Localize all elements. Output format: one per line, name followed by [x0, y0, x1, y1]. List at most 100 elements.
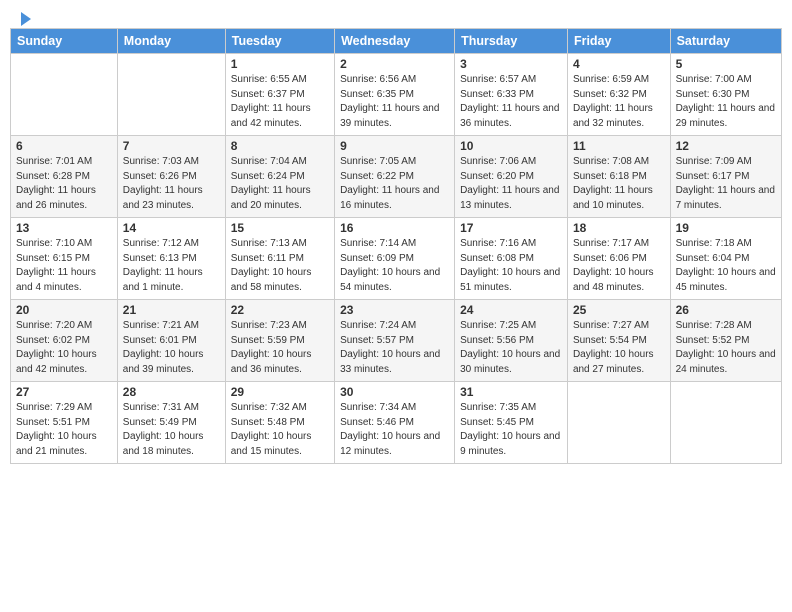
day-info: Sunrise: 7:10 AMSunset: 6:15 PMDaylight:…	[16, 237, 112, 295]
day-number: 27	[16, 385, 112, 399]
day-info: Sunrise: 7:00 AMSunset: 6:30 PMDaylight:…	[676, 73, 776, 131]
day-info: Sunrise: 7:03 AMSunset: 6:26 PMDaylight:…	[123, 155, 220, 213]
logo	[14, 12, 33, 24]
day-number: 18	[573, 221, 665, 235]
day-info: Sunrise: 7:05 AMSunset: 6:22 PMDaylight:…	[340, 155, 449, 213]
day-info: Sunrise: 6:56 AMSunset: 6:35 PMDaylight:…	[340, 73, 449, 131]
calendar-day-14: 14 Sunrise: 7:12 AMSunset: 6:13 PMDayligh…	[117, 218, 225, 300]
calendar-day-empty	[11, 54, 118, 136]
day-number: 5	[676, 57, 776, 71]
logo-arrow-icon	[15, 10, 33, 28]
calendar-day-6: 6 Sunrise: 7:01 AMSunset: 6:28 PMDaylight…	[11, 136, 118, 218]
day-info: Sunrise: 7:23 AMSunset: 5:59 PMDaylight:…	[231, 319, 329, 377]
day-info: Sunrise: 7:18 AMSunset: 6:04 PMDaylight:…	[676, 237, 776, 295]
day-info: Sunrise: 7:32 AMSunset: 5:48 PMDaylight:…	[231, 401, 329, 459]
day-info: Sunrise: 7:25 AMSunset: 5:56 PMDaylight:…	[460, 319, 562, 377]
day-number: 12	[676, 139, 776, 153]
day-info: Sunrise: 7:12 AMSunset: 6:13 PMDaylight:…	[123, 237, 220, 295]
day-number: 14	[123, 221, 220, 235]
calendar-header-sunday: Sunday	[11, 29, 118, 54]
calendar-day-8: 8Sunrise: 7:04 AMSunset: 6:24 PMDaylight…	[225, 136, 334, 218]
day-info: Sunrise: 6:55 AMSunset: 6:37 PMDaylight:…	[231, 73, 329, 131]
day-info: Sunrise: 7:29 AMSunset: 5:51 PMDaylight:…	[16, 401, 112, 459]
calendar-week-row: 1 Sunrise: 6:55 AMSunset: 6:37 PMDaylight…	[11, 54, 782, 136]
calendar-day-9: 9 Sunrise: 7:05 AMSunset: 6:22 PMDaylight…	[335, 136, 455, 218]
day-number: 11	[573, 139, 665, 153]
day-number: 7	[123, 139, 220, 153]
calendar-header-thursday: Thursday	[455, 29, 568, 54]
day-number: 17	[460, 221, 562, 235]
day-number: 9	[340, 139, 449, 153]
day-info: Sunrise: 7:24 AMSunset: 5:57 PMDaylight:…	[340, 319, 449, 377]
calendar-day-3: 3 Sunrise: 6:57 AMSunset: 6:33 PMDaylight…	[455, 54, 568, 136]
calendar-table: SundayMondayTuesdayWednesdayThursdayFrid…	[10, 28, 782, 464]
calendar-week-row: 13 Sunrise: 7:10 AMSunset: 6:15 PMDayligh…	[11, 218, 782, 300]
calendar-day-27: 27 Sunrise: 7:29 AMSunset: 5:51 PMDayligh…	[11, 382, 118, 464]
calendar-header-wednesday: Wednesday	[335, 29, 455, 54]
calendar-week-row: 27 Sunrise: 7:29 AMSunset: 5:51 PMDayligh…	[11, 382, 782, 464]
day-number: 8	[231, 139, 329, 153]
day-info: Sunrise: 6:59 AMSunset: 6:32 PMDaylight:…	[573, 73, 665, 131]
calendar-day-empty	[567, 382, 670, 464]
calendar-week-row: 20 Sunrise: 7:20 AMSunset: 6:02 PMDayligh…	[11, 300, 782, 382]
calendar-day-23: 23 Sunrise: 7:24 AMSunset: 5:57 PMDayligh…	[335, 300, 455, 382]
calendar-day-empty	[117, 54, 225, 136]
day-number: 16	[340, 221, 449, 235]
calendar-day-4: 4 Sunrise: 6:59 AMSunset: 6:32 PMDaylight…	[567, 54, 670, 136]
calendar-day-16: 16Sunrise: 7:14 AMSunset: 6:09 PMDayligh…	[335, 218, 455, 300]
calendar-day-2: 2Sunrise: 6:56 AMSunset: 6:35 PMDaylight…	[335, 54, 455, 136]
calendar-day-31: 31 Sunrise: 7:35 AMSunset: 5:45 PMDayligh…	[455, 382, 568, 464]
calendar-day-10: 10 Sunrise: 7:06 AMSunset: 6:20 PMDayligh…	[455, 136, 568, 218]
calendar-header-saturday: Saturday	[670, 29, 781, 54]
day-info: Sunrise: 7:34 AMSunset: 5:46 PMDaylight:…	[340, 401, 449, 459]
calendar-day-21: 21 Sunrise: 7:21 AMSunset: 6:01 PMDayligh…	[117, 300, 225, 382]
day-number: 13	[16, 221, 112, 235]
day-number: 15	[231, 221, 329, 235]
day-number: 10	[460, 139, 562, 153]
day-number: 3	[460, 57, 562, 71]
calendar-week-row: 6 Sunrise: 7:01 AMSunset: 6:28 PMDaylight…	[11, 136, 782, 218]
day-number: 29	[231, 385, 329, 399]
day-info: Sunrise: 7:06 AMSunset: 6:20 PMDaylight:…	[460, 155, 562, 213]
day-info: Sunrise: 7:09 AMSunset: 6:17 PMDaylight:…	[676, 155, 776, 213]
calendar-day-19: 19 Sunrise: 7:18 AMSunset: 6:04 PMDayligh…	[670, 218, 781, 300]
day-info: Sunrise: 7:35 AMSunset: 5:45 PMDaylight:…	[460, 401, 562, 459]
day-number: 4	[573, 57, 665, 71]
day-info: Sunrise: 7:31 AMSunset: 5:49 PMDaylight:…	[123, 401, 220, 459]
day-number: 20	[16, 303, 112, 317]
calendar-day-12: 12 Sunrise: 7:09 AMSunset: 6:17 PMDayligh…	[670, 136, 781, 218]
day-number: 22	[231, 303, 329, 317]
calendar-day-5: 5 Sunrise: 7:00 AMSunset: 6:30 PMDaylight…	[670, 54, 781, 136]
calendar-header-row: SundayMondayTuesdayWednesdayThursdayFrid…	[11, 29, 782, 54]
day-number: 1	[231, 57, 329, 71]
calendar-day-11: 11Sunrise: 7:08 AMSunset: 6:18 PMDayligh…	[567, 136, 670, 218]
day-number: 26	[676, 303, 776, 317]
day-number: 21	[123, 303, 220, 317]
day-info: Sunrise: 7:01 AMSunset: 6:28 PMDaylight:…	[16, 155, 112, 213]
day-info: Sunrise: 7:16 AMSunset: 6:08 PMDaylight:…	[460, 237, 562, 295]
day-number: 31	[460, 385, 562, 399]
day-info: Sunrise: 6:57 AMSunset: 6:33 PMDaylight:…	[460, 73, 562, 131]
calendar-day-24: 24 Sunrise: 7:25 AMSunset: 5:56 PMDayligh…	[455, 300, 568, 382]
calendar-day-empty	[670, 382, 781, 464]
calendar-day-30: 30 Sunrise: 7:34 AMSunset: 5:46 PMDayligh…	[335, 382, 455, 464]
day-info: Sunrise: 7:13 AMSunset: 6:11 PMDaylight:…	[231, 237, 329, 295]
day-number: 19	[676, 221, 776, 235]
calendar-day-7: 7 Sunrise: 7:03 AMSunset: 6:26 PMDaylight…	[117, 136, 225, 218]
calendar-day-20: 20 Sunrise: 7:20 AMSunset: 6:02 PMDayligh…	[11, 300, 118, 382]
day-number: 30	[340, 385, 449, 399]
day-number: 24	[460, 303, 562, 317]
day-info: Sunrise: 7:27 AMSunset: 5:54 PMDaylight:…	[573, 319, 665, 377]
calendar-day-13: 13 Sunrise: 7:10 AMSunset: 6:15 PMDayligh…	[11, 218, 118, 300]
day-number: 6	[16, 139, 112, 153]
calendar-header-tuesday: Tuesday	[225, 29, 334, 54]
calendar-day-29: 29 Sunrise: 7:32 AMSunset: 5:48 PMDayligh…	[225, 382, 334, 464]
calendar-header-monday: Monday	[117, 29, 225, 54]
day-number: 23	[340, 303, 449, 317]
calendar-day-28: 28Sunrise: 7:31 AMSunset: 5:49 PMDayligh…	[117, 382, 225, 464]
calendar-day-18: 18Sunrise: 7:17 AMSunset: 6:06 PMDayligh…	[567, 218, 670, 300]
day-info: Sunrise: 7:21 AMSunset: 6:01 PMDaylight:…	[123, 319, 220, 377]
calendar-day-22: 22 Sunrise: 7:23 AMSunset: 5:59 PMDayligh…	[225, 300, 334, 382]
calendar-day-26: 26Sunrise: 7:28 AMSunset: 5:52 PMDayligh…	[670, 300, 781, 382]
day-info: Sunrise: 7:20 AMSunset: 6:02 PMDaylight:…	[16, 319, 112, 377]
